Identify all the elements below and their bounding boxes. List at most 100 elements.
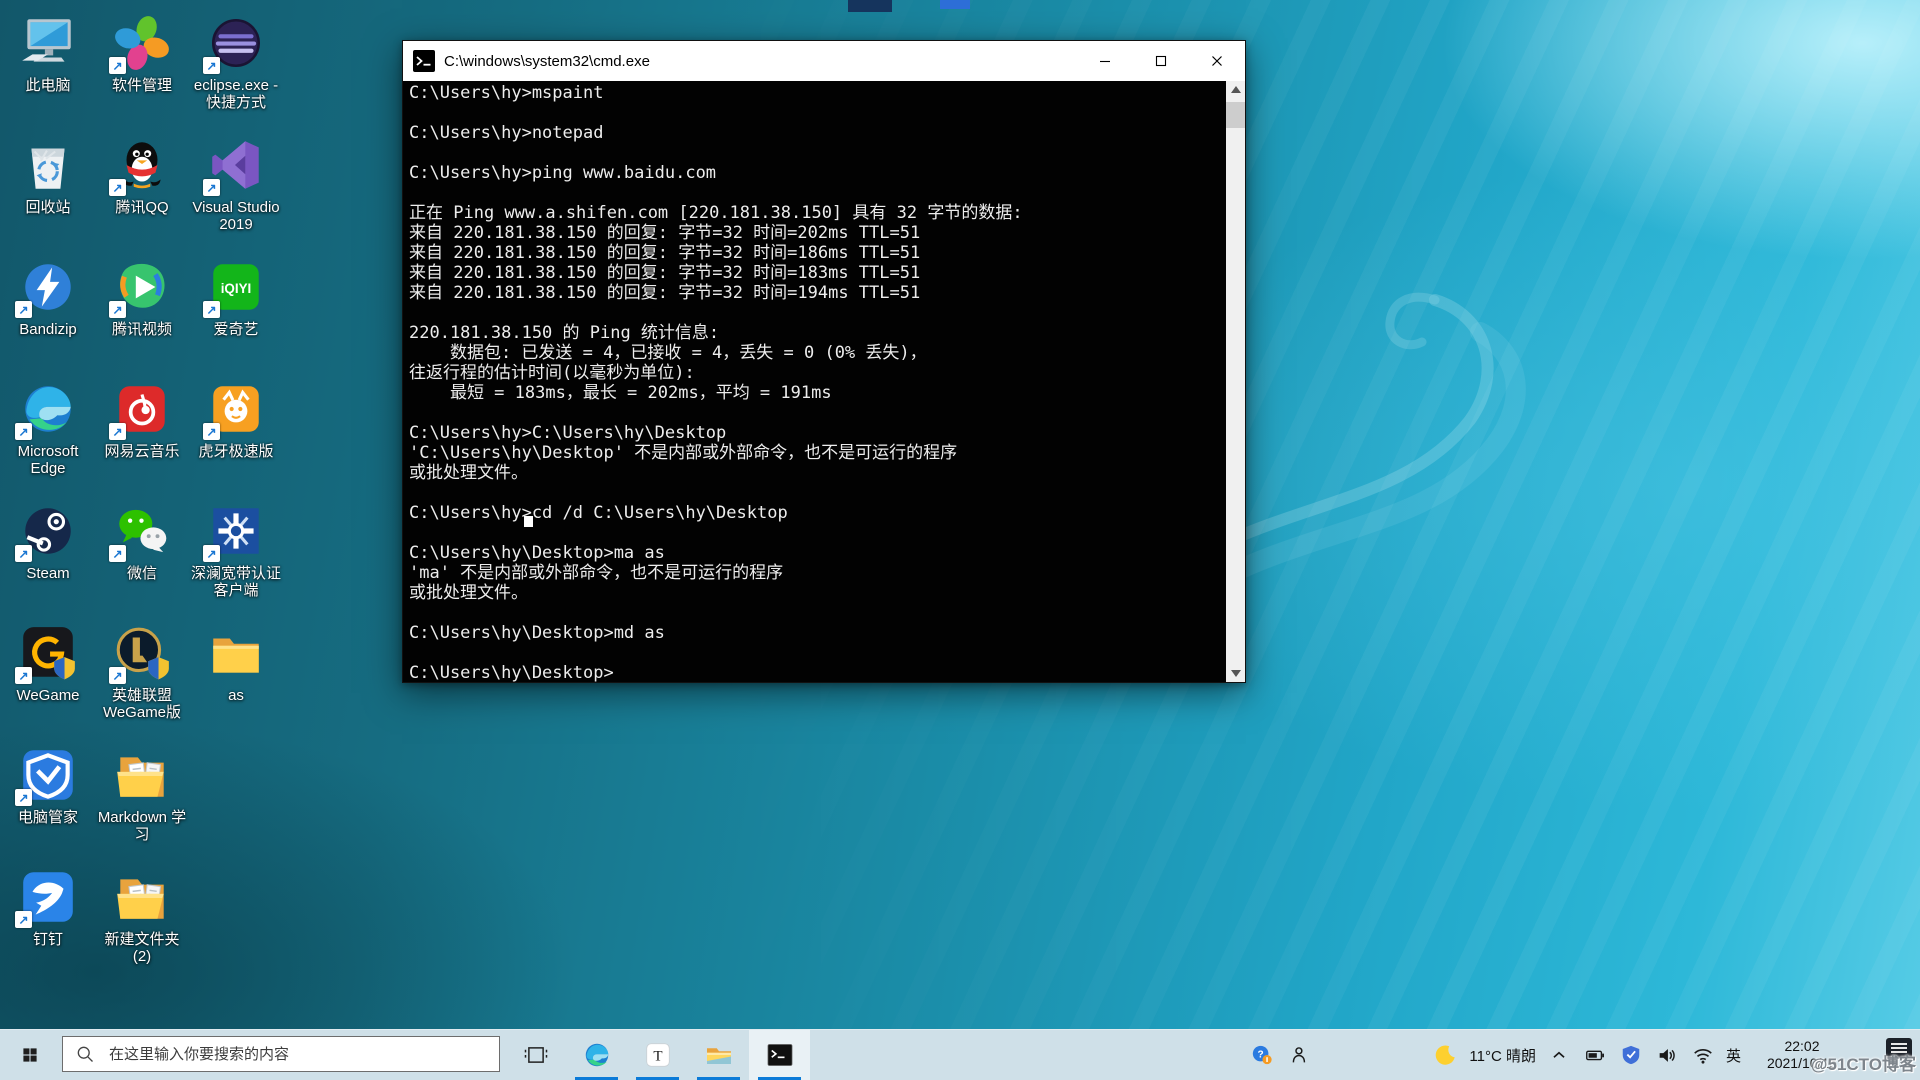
scroll-down-arrow[interactable] [1226, 665, 1245, 682]
cmd-app-icon [413, 50, 435, 72]
start-button[interactable] [0, 1030, 60, 1080]
desktop-icon-label: Bandizip [19, 321, 77, 338]
taskbar: T ? 11°C 晴朗 [0, 1029, 1920, 1080]
desktop-icon-label: 软件管理 [112, 77, 172, 94]
console-scrollbar[interactable] [1226, 81, 1245, 682]
terminal-output[interactable]: C:\Users\hy>mspaint C:\Users\hy>notepad … [409, 83, 1223, 682]
maximize-button[interactable] [1133, 41, 1189, 81]
battery-icon[interactable] [1582, 1042, 1608, 1068]
scroll-up-arrow[interactable] [1226, 81, 1245, 98]
desktop-icon-bandizip[interactable]: ↗ Bandizip [3, 254, 93, 376]
desktop-icon-label: 英雄联盟WeGame版 [97, 687, 187, 721]
desktop-icon-label: 网易云音乐 [104, 443, 179, 460]
weather-status[interactable]: 11°C 晴朗 [1469, 1045, 1536, 1066]
desktop-icon-label: 钉钉 [33, 931, 63, 948]
srun-icon: ↗ [205, 500, 267, 562]
speaker-icon[interactable] [1654, 1042, 1680, 1068]
desktop-icon-folder[interactable]: as [191, 620, 281, 742]
svg-text:iQIYI: iQIYI [221, 281, 252, 296]
people-icon[interactable] [1285, 1042, 1311, 1068]
desktop-icon-folder-docs2[interactable]: 新建文件夹 (2) [97, 864, 187, 986]
taskbar-button-edge-app[interactable] [566, 1030, 627, 1080]
shortcut-arrow-badge: ↗ [203, 301, 220, 318]
shortcut-arrow-badge: ↗ [15, 545, 32, 562]
shortcut-arrow-badge: ↗ [15, 911, 32, 928]
desktop-icon-label: Markdown 学习 [97, 809, 187, 843]
desktop-column: ↗eclipse.exe - 快捷方式↗Visual Studio 2019iQ… [191, 10, 281, 742]
huya-icon: ↗ [205, 378, 267, 440]
taskbar-search[interactable] [62, 1036, 500, 1072]
wegame-icon: ↗ [17, 622, 79, 684]
desktop-icon-huya[interactable]: ↗ 虎牙极速版 [191, 376, 281, 498]
watermark-text: @51CTO博客 [1811, 1050, 1916, 1075]
shortcut-arrow-badge: ↗ [109, 545, 126, 562]
cmd-titlebar[interactable]: C:\windows\system32\cmd.exe [403, 41, 1245, 81]
console-cursor [524, 516, 533, 527]
desktop-icon-eclipse[interactable]: ↗eclipse.exe - 快捷方式 [191, 10, 281, 132]
search-input[interactable] [107, 1045, 499, 1064]
desktop-icon-wechat[interactable]: ↗微信 [97, 498, 187, 620]
scrollbar-thumb[interactable] [1226, 102, 1245, 128]
tray-spacer [1316, 1055, 1428, 1056]
desktop-icon-tencent-video[interactable]: ↗腾讯视频 [97, 254, 187, 376]
svg-text:T: T [653, 1049, 662, 1065]
desktop-icon-srun[interactable]: ↗ 深澜宽带认证客户端 [191, 498, 281, 620]
edge-icon: ↗ [17, 378, 79, 440]
desktop-icon-folder-docs[interactable]: Markdown 学习 [97, 742, 187, 864]
desktop-icon-label: Steam [26, 565, 69, 582]
desktop-icon-netease-music[interactable]: ↗网易云音乐 [97, 376, 187, 498]
cmd-console[interactable]: C:\Users\hy>mspaint C:\Users\hy>notepad … [403, 81, 1245, 682]
close-button[interactable] [1189, 41, 1245, 81]
background-window-sliver [848, 0, 892, 12]
desktop-icon-iqiyi[interactable]: iQIYI↗ 爱奇艺 [191, 254, 281, 376]
desktop-icon-pc-manager[interactable]: ↗电脑管家 [3, 742, 93, 864]
security-shield-icon[interactable] [1618, 1042, 1644, 1068]
desktop-icon-recycle-bin[interactable]: 回收站 [3, 132, 93, 254]
desktop-icon-qq[interactable]: ↗ 腾讯QQ [97, 132, 187, 254]
ime-indicator[interactable]: 英 [1726, 1045, 1741, 1066]
desktop-icon-wegame[interactable]: ↗ WeGame [3, 620, 93, 742]
shortcut-arrow-badge: ↗ [203, 545, 220, 562]
shortcut-arrow-badge: ↗ [15, 667, 32, 684]
weather-moon-icon[interactable] [1433, 1042, 1459, 1068]
desktop-icon-label: 此电脑 [25, 77, 70, 94]
taskbar-button-explorer[interactable] [688, 1030, 749, 1080]
tencent-video-icon: ↗ [111, 256, 173, 318]
desktop-icon-label: 爱奇艺 [213, 321, 258, 338]
desktop-column: 此电脑回收站↗Bandizip↗Microsoft Edge↗Steam↗WeG… [3, 10, 93, 986]
folder-docs-icon [111, 744, 173, 806]
help-tray-icon[interactable]: ? [1249, 1042, 1275, 1068]
taskbar-button-typora[interactable]: T [627, 1030, 688, 1080]
windows-logo-icon [19, 1044, 41, 1066]
taskbar-button-cmd[interactable] [749, 1030, 810, 1080]
desktop-icon-label: 深澜宽带认证客户端 [191, 565, 281, 599]
shortcut-arrow-badge: ↗ [15, 301, 32, 318]
desktop-icon-vs2019[interactable]: ↗Visual Studio 2019 [191, 132, 281, 254]
pc-manager-icon: ↗ [17, 744, 79, 806]
desktop-icon-label: WeGame [16, 687, 79, 704]
steam-icon: ↗ [17, 500, 79, 562]
desktop-icon-dingtalk[interactable]: ↗钉钉 [3, 864, 93, 986]
minimize-button[interactable] [1077, 41, 1133, 81]
qq-icon: ↗ [111, 134, 173, 196]
desktop-icon-lol[interactable]: ↗ 英雄联盟WeGame版 [97, 620, 187, 742]
vs2019-icon: ↗ [205, 134, 267, 196]
chevron-up-icon[interactable] [1546, 1042, 1572, 1068]
desktop-icon-label: 腾讯QQ [115, 199, 168, 216]
network-icon[interactable] [1690, 1042, 1716, 1068]
desktop-icon-label: as [228, 687, 244, 704]
dingtalk-icon: ↗ [17, 866, 79, 928]
desktop-icon-edge[interactable]: ↗Microsoft Edge [3, 376, 93, 498]
desktop-icon-label: 虎牙极速版 [198, 443, 273, 460]
desktop-screen: 此电脑回收站↗Bandizip↗Microsoft Edge↗Steam↗WeG… [0, 0, 1920, 1080]
background-window-sliver [940, 0, 970, 9]
software-manager-icon: ↗ [111, 12, 173, 74]
taskbar-button-task-view[interactable] [505, 1030, 566, 1080]
desktop-icon-steam[interactable]: ↗ Steam [3, 498, 93, 620]
shortcut-arrow-badge: ↗ [109, 667, 126, 684]
desktop-icon-label: eclipse.exe - 快捷方式 [191, 77, 281, 111]
desktop-icon-this-pc[interactable]: 此电脑 [3, 10, 93, 132]
task-view-icon [521, 1040, 551, 1070]
desktop-icon-label: 回收站 [25, 199, 70, 216]
desktop-icon-software-manager[interactable]: ↗ 软件管理 [97, 10, 187, 132]
